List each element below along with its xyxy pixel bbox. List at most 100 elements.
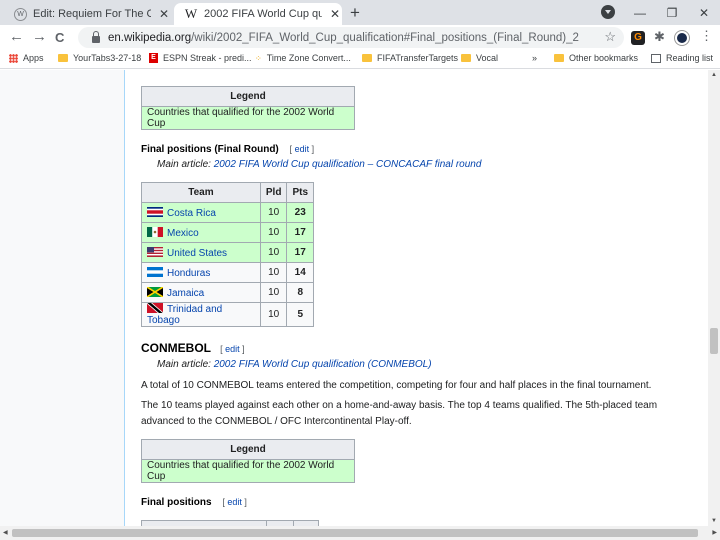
bookmark-timezone[interactable]: ⁘ Time Zone Convert... — [255, 53, 351, 63]
close-tab-icon[interactable]: ✕ — [330, 7, 340, 21]
back-button[interactable]: ← — [9, 28, 24, 45]
section-title: Final positions (Final Round) — [141, 144, 279, 155]
section-title: CONMEBOL — [141, 341, 211, 355]
mexico-flag-icon — [147, 226, 163, 237]
bookmark-reading-list[interactable]: Reading list — [651, 53, 713, 63]
conmebol-paragraph-2-line-2: advanced to the CONMEBOL / OFC Intercont… — [141, 416, 412, 427]
new-tab-button[interactable]: + — [350, 3, 360, 23]
tab-search-icon[interactable] — [601, 5, 615, 19]
edit-section-link[interactable]: [ edit ] — [222, 497, 247, 507]
edit-section-link[interactable]: [ edit ] — [220, 344, 245, 354]
team-link[interactable]: Costa Rica — [167, 208, 216, 219]
table-row: Honduras 10 14 — [141, 262, 314, 283]
close-tab-icon[interactable]: ✕ — [159, 7, 169, 21]
hatnote-conmebol: Main article: 2002 FIFA World Cup qualif… — [157, 359, 432, 370]
final-positions-heading: Final positions [ edit ] — [141, 497, 247, 508]
scroll-left-arrow-icon[interactable]: ◀ — [3, 529, 8, 536]
bookmark-apps[interactable]: Apps — [9, 53, 44, 63]
bookmark-fifatransfer[interactable]: FIFATransferTargets — [362, 53, 458, 63]
address-bar[interactable]: en.wikipedia.org/wiki/2002_FIFA_World_Cu… — [78, 27, 624, 48]
minimize-button[interactable]: — — [624, 6, 656, 20]
bookmark-label: FIFATransferTargets — [377, 53, 459, 63]
tab-edit-requiem[interactable]: W Edit: Requiem For The CONCACAF ✕ — [4, 3, 172, 25]
col-header-team: Team — [141, 182, 261, 203]
team-link[interactable]: United States — [167, 248, 227, 259]
col-header-pld: Pld — [259, 182, 288, 203]
edit-section-link[interactable]: [ edit ] — [290, 144, 315, 154]
profile-avatar[interactable] — [675, 31, 689, 45]
legend-qualified-row: Countries that qualified for the 2002 Wo… — [141, 106, 355, 130]
bookmarks-overflow-button[interactable]: » — [532, 53, 537, 63]
menu-kebab-icon[interactable]: ⋮ — [700, 28, 714, 43]
legend-table: Legend Countries that qualified for the … — [141, 439, 355, 483]
bookmark-yourtabs[interactable]: YourTabs3-27-18 — [58, 53, 141, 63]
bookmark-label: Apps — [23, 53, 44, 63]
bookmarks-bar: Apps YourTabs3-27-18 E ESPN Streak - pre… — [0, 50, 720, 69]
vertical-scrollbar[interactable]: ▲ ▼ — [708, 70, 720, 526]
pts-cell: 23 — [286, 202, 314, 223]
team-link[interactable]: Honduras — [167, 268, 210, 279]
main-article-link[interactable]: 2002 FIFA World Cup qualification (CONME… — [214, 359, 432, 370]
table-row: Trinidad and Tobago 10 5 — [141, 302, 314, 327]
scroll-up-arrow-icon[interactable]: ▲ — [711, 72, 717, 78]
reading-list-icon — [651, 53, 661, 63]
scroll-down-arrow-icon[interactable]: ▼ — [711, 518, 717, 524]
pld-cell: 10 — [259, 302, 288, 327]
vertical-scroll-thumb[interactable] — [710, 328, 718, 354]
timezone-icon: ⁘ — [255, 53, 262, 63]
bookmark-star-icon[interactable]: ☆ — [604, 29, 616, 45]
conmebol-paragraph-2-line-1: The 10 teams played against each other o… — [141, 400, 658, 411]
conmebol-heading: CONMEBOL [ edit ] — [141, 341, 245, 355]
legend-table: Legend Countries that qualified for the … — [141, 86, 355, 130]
reload-button[interactable]: C — [55, 30, 64, 45]
lock-icon[interactable] — [92, 31, 100, 43]
bookmark-other[interactable]: Other bookmarks — [554, 53, 638, 63]
bookmark-label: Vocal — [476, 53, 499, 63]
final-round-heading: Final positions (Final Round) [ edit ] — [141, 144, 314, 155]
pld-cell: 10 — [259, 282, 288, 303]
maximize-button[interactable]: ❐ — [656, 6, 688, 20]
wikipedia-favicon-icon: W — [14, 7, 27, 21]
pts-cell: 17 — [286, 222, 314, 243]
united-states-flag-icon — [147, 246, 163, 257]
window-controls: — ❐ ✕ — [624, 0, 720, 25]
main-article-link[interactable]: 2002 FIFA World Cup qualification – CONC… — [214, 159, 482, 170]
bookmark-espn[interactable]: E ESPN Streak - predi... — [149, 53, 252, 63]
team-link[interactable]: Mexico — [167, 228, 199, 239]
horizontal-scroll-thumb[interactable] — [12, 529, 698, 537]
main-article-prefix: Main article: — [157, 159, 214, 170]
folder-icon — [461, 54, 471, 62]
costa-rica-flag-icon — [147, 206, 163, 217]
bookmark-vocal[interactable]: Vocal — [461, 53, 498, 63]
edit-label[interactable]: edit — [295, 144, 310, 154]
espn-icon: E — [149, 53, 158, 63]
wikipedia-favicon-icon: W — [184, 6, 198, 21]
extension-icon[interactable]: G — [631, 31, 645, 45]
team-cell: Trinidad and Tobago — [141, 302, 261, 327]
url-host: en.wikipedia.org — [108, 31, 192, 44]
table-row: Mexico 10 17 — [141, 222, 314, 243]
pts-cell: 8 — [286, 282, 314, 303]
bookmark-label: Reading list — [666, 53, 714, 63]
puzzle-extensions-icon[interactable]: ✱ — [654, 29, 668, 44]
team-cell: Mexico — [141, 222, 261, 243]
edit-label[interactable]: edit — [225, 344, 240, 354]
tab-strip: W Edit: Requiem For The CONCACAF ✕ W 200… — [0, 0, 720, 25]
scroll-right-arrow-icon[interactable]: ▶ — [712, 529, 717, 536]
team-cell: Jamaica — [141, 282, 261, 303]
team-cell: Honduras — [141, 262, 261, 283]
forward-button[interactable]: → — [32, 28, 47, 45]
legend-header: Legend — [141, 439, 355, 460]
apps-grid-icon — [9, 53, 18, 63]
browser-toolbar: ← → C en.wikipedia.org/wiki/2002_FIFA_Wo… — [0, 25, 720, 50]
folder-icon — [554, 54, 564, 62]
tab-title: 2002 FIFA World Cup qualification — [204, 8, 322, 20]
url-path: /wiki/2002_FIFA_World_Cup_qualification#… — [191, 31, 579, 44]
edit-label[interactable]: edit — [227, 497, 242, 507]
pts-cell: 17 — [286, 242, 314, 263]
tab-fifa-qualification[interactable]: W 2002 FIFA World Cup qualification ✕ — [174, 3, 342, 25]
team-link[interactable]: Jamaica — [167, 288, 204, 299]
table-row: Jamaica 10 8 — [141, 282, 314, 303]
horizontal-scrollbar[interactable]: ◀ ▶ — [0, 526, 720, 540]
close-window-button[interactable]: ✕ — [688, 6, 720, 20]
